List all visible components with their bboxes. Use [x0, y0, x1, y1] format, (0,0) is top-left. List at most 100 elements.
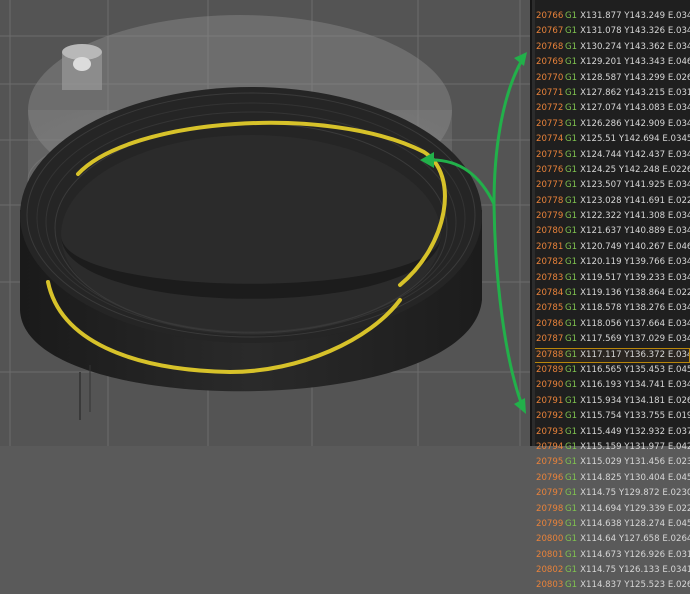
gcode-line-number: 20798	[536, 503, 564, 514]
gcode-line-number: 20801	[536, 549, 564, 560]
gcode-arguments: X117.569 Y137.029 E.03431	[580, 334, 690, 345]
gcode-line[interactable]: 20771G1X127.862 Y143.215 E.03129	[532, 86, 690, 101]
ring-model-scene[interactable]	[0, 0, 530, 446]
gcode-line-number: 20769	[536, 57, 564, 68]
gcode-arguments: X129.201 Y143.343 E.04601	[580, 57, 690, 68]
gcode-arguments: X121.637 Y140.889 E.03443	[580, 226, 690, 237]
gcode-arguments: X116.565 Y135.453 E.04596	[580, 364, 690, 375]
gcode-line[interactable]: 20792G1X115.754 Y133.755 E.01983	[532, 409, 690, 424]
gcode-line[interactable]: 20802 G1 X114.75 Y126.133 E.03416	[532, 563, 690, 578]
gcode-command: G1	[565, 334, 578, 345]
gcode-line-number: 20766	[536, 11, 564, 21]
gcode-arguments: X119.136 Y138.864 E.02274	[580, 288, 690, 299]
gcode-command: G1	[565, 457, 578, 468]
gcode-line[interactable]: 20786G1X118.056 Y137.664 E.03449	[532, 317, 690, 332]
gcode-command: G1	[565, 580, 578, 591]
gcode-line[interactable]: 20798G1X114.694 Y129.339 E.02298	[532, 502, 690, 517]
gcode-arguments: X125.51 Y142.694 E.03452	[580, 134, 690, 145]
gcode-scrollbar[interactable]	[532, 0, 535, 446]
gcode-viewer-panel[interactable]: 20766G1X131.877 Y143.249 E.0341620767G1X…	[530, 0, 690, 590]
gcode-arguments: X123.028 Y141.691 E.02286	[580, 195, 690, 206]
gcode-line-number: 20791	[536, 395, 564, 406]
gcode-line[interactable]: 20779G1X122.322 Y141.308 E.03443	[532, 209, 690, 224]
gcode-line-number: 20787	[536, 334, 564, 345]
gcode-line-number: 20776	[536, 164, 564, 175]
gcode-line[interactable]: 20787G1X117.569 Y137.029 E.03431	[532, 332, 690, 347]
gcode-line[interactable]: 20790G1X116.193 Y134.741 E.03444	[532, 378, 690, 393]
gcode-line[interactable]: 20766G1X131.877 Y143.249 E.03416	[532, 9, 690, 24]
gcode-line[interactable]: 20796G1X114.825 Y130.404 E.04594	[532, 471, 690, 486]
gcode-arguments: X116.193 Y134.741 E.03444	[580, 380, 690, 391]
gcode-line[interactable]: 20785G1X118.578 Y138.276 E.03475	[532, 301, 690, 316]
gcode-line[interactable]: 20770G1X128.587 Y143.299 E.02639	[532, 71, 690, 86]
gcode-line-number: 20786	[536, 318, 564, 329]
gcode-line-number: 20774	[536, 134, 564, 145]
gcode-command: G1	[565, 149, 578, 160]
gcode-command: G1	[565, 241, 578, 252]
gcode-line[interactable]: 20795G1X115.029 Y131.456 E.02302	[532, 455, 690, 470]
gcode-line[interactable]: 20773 G1 X126.286 Y142.909 E.0346	[532, 117, 690, 132]
gcode-command: G1	[565, 87, 578, 98]
gcode-line[interactable]: 20774 G1 X125.51 Y142.694 E.03452	[532, 132, 690, 147]
gcode-line[interactable]: 20794G1X115.159 Y131.977 E.04279	[532, 440, 690, 455]
gcode-arguments: X124.744 Y142.437 E.03464	[580, 149, 690, 160]
gcode-arguments: X115.754 Y133.755 E.01983	[580, 411, 690, 422]
gcode-command: G1	[565, 441, 578, 452]
gcode-line-number: 20781	[536, 241, 564, 252]
gcode-line[interactable]: 20780G1X121.637 Y140.889 E.03443	[532, 224, 690, 239]
gcode-line[interactable]: 20768 G1 X130.274 Y143.362 E.0345	[532, 40, 690, 55]
gcode-line-active[interactable]: 20788G1X117.117 Y136.372 E.03419	[532, 347, 690, 363]
gcode-line[interactable]: 20781G1X120.749 Y140.267 E.04648	[532, 240, 690, 255]
gcode-line-number: 20799	[536, 518, 564, 529]
gcode-line[interactable]: 20783G1X119.517 Y139.233 E.03447	[532, 271, 690, 286]
gcode-command: G1	[565, 226, 578, 237]
gcode-line[interactable]: 20801G1X114.673 Y126.926 E.03141	[532, 548, 690, 563]
gcode-line-number: 20777	[536, 180, 564, 191]
gcode-line[interactable]: 20799G1X114.638 Y128.274 E.04572	[532, 517, 690, 532]
gcode-line[interactable]: 20776 G1 X124.25 Y142.248 E.02268	[532, 163, 690, 178]
gcode-line[interactable]: 20769G1X129.201 Y143.343 E.04601	[532, 55, 690, 70]
gcode-command: G1	[565, 288, 578, 299]
gcode-command: G1	[565, 380, 578, 391]
gcode-line[interactable]: 20772G1X127.074 Y143.083 E.03425	[532, 101, 690, 116]
gcode-arguments: X114.75 Y129.872 E.02303	[580, 488, 690, 499]
gcode-line[interactable]: 20793G1X115.449 Y132.932 E.03763	[532, 425, 690, 440]
gcode-line-number: 20785	[536, 303, 564, 314]
gcode-command: G1	[565, 303, 578, 314]
gcode-arguments: X115.159 Y131.977 E.04279	[580, 441, 690, 452]
gcode-line-number: 20784	[536, 288, 564, 299]
gcode-arguments: X127.862 Y143.215 E.03129	[580, 87, 690, 98]
gcode-line[interactable]: 20784G1X119.136 Y138.864 E.02274	[532, 286, 690, 301]
gcode-line[interactable]: 20797 G1 X114.75 Y129.872 E.02303	[532, 486, 690, 501]
gcode-command: G1	[565, 534, 578, 545]
gcode-arguments: X122.322 Y141.308 E.03443	[580, 211, 690, 222]
3d-viewport[interactable]	[0, 0, 530, 446]
gcode-line[interactable]: 20775G1X124.744 Y142.437 E.03464	[532, 148, 690, 163]
gcode-command: G1	[565, 41, 578, 52]
gcode-line[interactable]: 20778G1X123.028 Y141.691 E.02286	[532, 194, 690, 209]
gcode-command: G1	[565, 349, 578, 360]
gcode-line[interactable]: 20782G1X120.119 Y139.766 E.03451	[532, 255, 690, 270]
gcode-line-number: 20783	[536, 272, 564, 283]
gcode-arguments: X114.673 Y126.926 E.03141	[580, 549, 690, 560]
gcode-line-number: 20775	[536, 149, 564, 160]
gcode-command: G1	[565, 57, 578, 68]
gcode-line[interactable]: 20803G1X114.837 Y125.523 E.02642	[532, 578, 690, 593]
gcode-line-number: 20778	[536, 195, 564, 206]
gcode-line[interactable]: 20789G1X116.565 Y135.453 E.04596	[532, 363, 690, 378]
gcode-line[interactable]: 20800 G1 X114.64 Y127.658 E.02641	[532, 532, 690, 547]
gcode-line-number: 20780	[536, 226, 564, 237]
gcode-command: G1	[565, 318, 578, 329]
gcode-arguments: X114.75 Y126.133 E.03416	[580, 565, 690, 576]
gcode-line-number: 20788	[536, 349, 564, 360]
gcode-line[interactable]: 20767G1X131.078 Y143.326 E.03441	[532, 24, 690, 39]
gcode-command: G1	[565, 518, 578, 529]
gcode-line-number: 20795	[536, 457, 564, 468]
gcode-line-number: 20793	[536, 426, 564, 437]
gcode-line-number: 20797	[536, 488, 564, 499]
gcode-command: G1	[565, 549, 578, 560]
gcode-command: G1	[565, 26, 578, 37]
gcode-line[interactable]: 20791G1X115.934 Y134.181 E.02645	[532, 394, 690, 409]
gcode-line[interactable]: 20777G1X123.507 Y141.925 E.03473	[532, 178, 690, 193]
gcode-arguments: X115.449 Y132.932 E.03763	[580, 426, 690, 437]
